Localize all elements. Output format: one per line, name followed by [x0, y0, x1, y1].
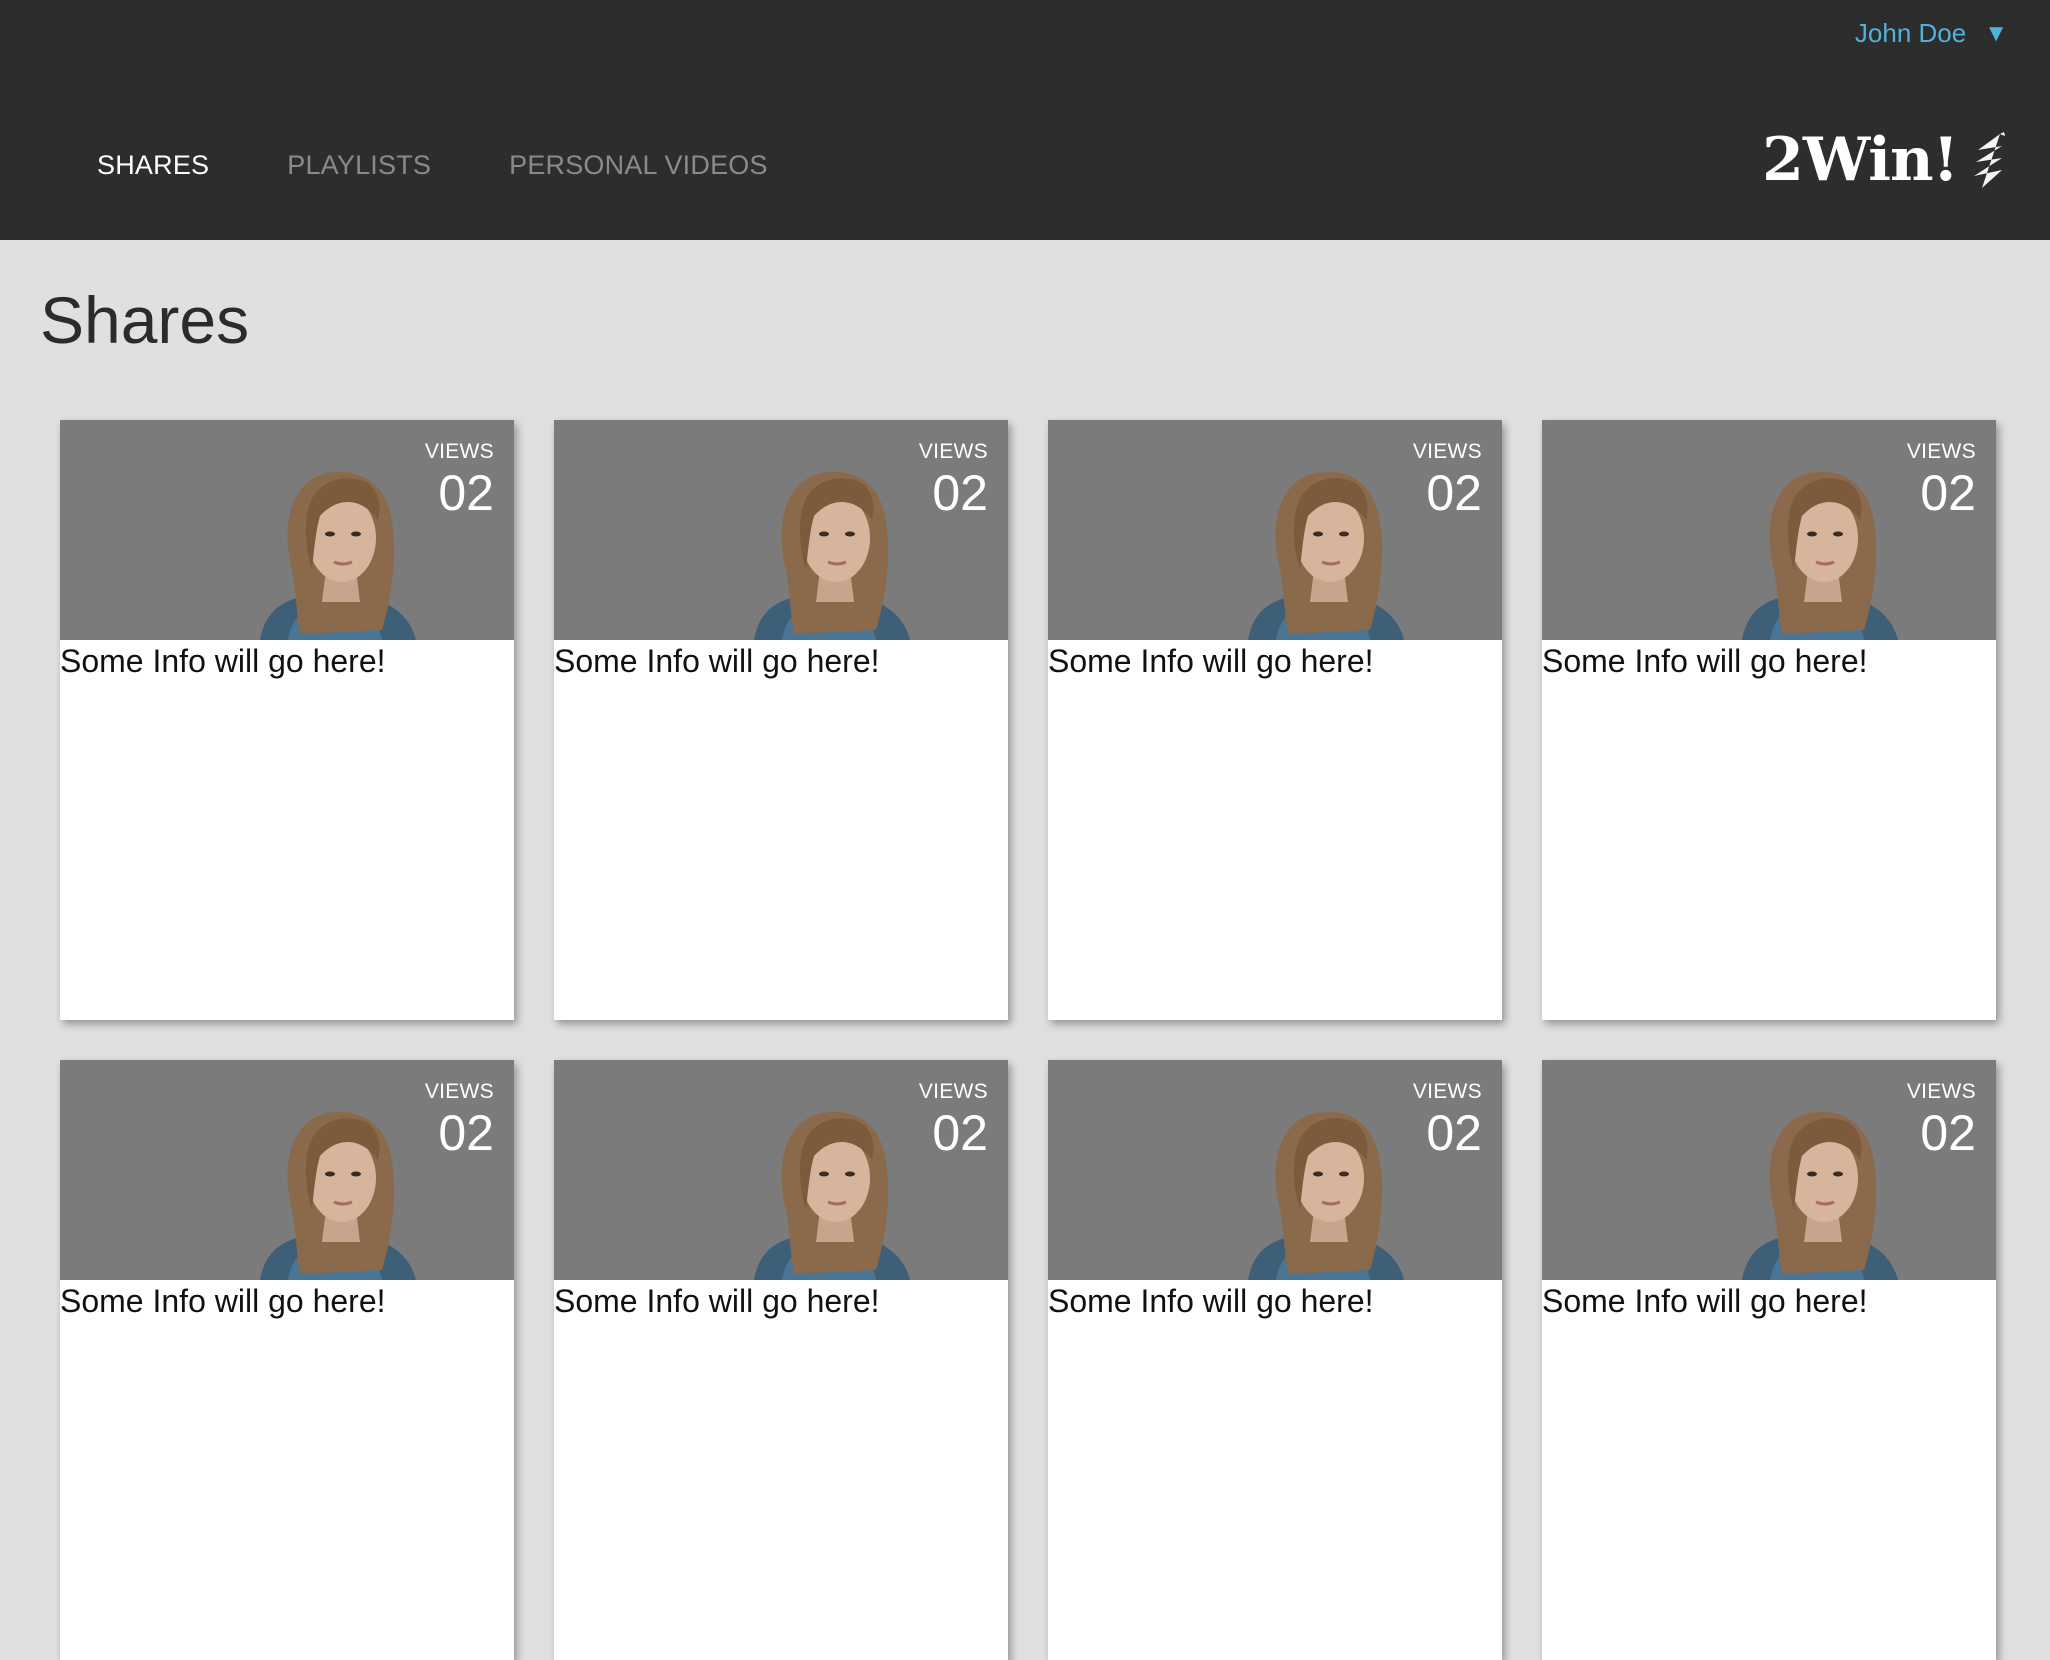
views-count: 02 [932, 465, 988, 521]
views-count: 02 [438, 1105, 494, 1161]
top-bar: John Doe ▼ SHARES PLAYLISTS PERSONAL VID… [0, 0, 2050, 240]
share-card[interactable]: VIEWS 02 Some Info will go here! [1048, 1060, 1502, 1660]
views-label: VIEWS [918, 1080, 988, 1103]
views-label: VIEWS [424, 440, 494, 463]
video-thumbnail[interactable]: VIEWS 02 [60, 1060, 514, 1280]
views-count: 02 [438, 465, 494, 521]
views-count: 02 [1920, 1105, 1976, 1161]
video-thumbnail[interactable]: VIEWS 02 [1048, 1060, 1502, 1280]
share-card[interactable]: VIEWS 02 Some Info will go here! [1048, 420, 1502, 1020]
card-info: Some Info will go here! [1542, 1283, 1868, 1319]
card-info: Some Info will go here! [1048, 643, 1374, 679]
views-counter: VIEWS 02 [919, 440, 988, 518]
tab-personal-videos[interactable]: PERSONAL VIDEOS [509, 150, 768, 181]
card-info: Some Info will go here! [1048, 1283, 1374, 1319]
views-count: 02 [932, 1105, 988, 1161]
share-card[interactable]: VIEWS 02 Some Info will go here! [554, 420, 1008, 1020]
views-counter: VIEWS 02 [1413, 440, 1482, 518]
views-counter: VIEWS 02 [425, 440, 494, 518]
views-count: 02 [1426, 1105, 1482, 1161]
video-thumbnail[interactable]: VIEWS 02 [1048, 420, 1502, 640]
views-counter: VIEWS 02 [425, 1080, 494, 1158]
card-info: Some Info will go here! [60, 1283, 386, 1319]
video-thumbnail[interactable]: VIEWS 02 [60, 420, 514, 640]
views-label: VIEWS [1906, 1080, 1976, 1103]
views-label: VIEWS [1906, 440, 1976, 463]
tab-shares[interactable]: SHARES [97, 150, 209, 181]
caret-down-icon[interactable]: ▼ [1984, 21, 2008, 46]
video-thumbnail[interactable]: VIEWS 02 [554, 1060, 1008, 1280]
share-card[interactable]: VIEWS 02 Some Info will go here! [60, 1060, 514, 1660]
share-card[interactable]: VIEWS 02 Some Info will go here! [60, 420, 514, 1020]
main-nav: SHARES PLAYLISTS PERSONAL VIDEOS [97, 150, 768, 181]
views-counter: VIEWS 02 [1907, 440, 1976, 518]
views-label: VIEWS [424, 1080, 494, 1103]
views-count: 02 [1920, 465, 1976, 521]
views-counter: VIEWS 02 [1907, 1080, 1976, 1158]
user-name[interactable]: John Doe [1855, 18, 1966, 49]
shares-grid: VIEWS 02 Some Info will go here! VIEWS 0… [60, 420, 1996, 1660]
share-card[interactable]: VIEWS 02 Some Info will go here! [1542, 420, 1996, 1020]
video-thumbnail[interactable]: VIEWS 02 [1542, 420, 1996, 640]
share-card[interactable]: VIEWS 02 Some Info will go here! [1542, 1060, 1996, 1660]
card-info: Some Info will go here! [1542, 643, 1868, 679]
flag-icon [1974, 132, 2005, 188]
user-menu[interactable]: John Doe ▼ [1855, 18, 2008, 49]
views-count: 02 [1426, 465, 1482, 521]
views-counter: VIEWS 02 [1413, 1080, 1482, 1158]
views-label: VIEWS [1412, 440, 1482, 463]
video-thumbnail[interactable]: VIEWS 02 [554, 420, 1008, 640]
views-label: VIEWS [918, 440, 988, 463]
views-counter: VIEWS 02 [919, 1080, 988, 1158]
brand-logo: 2Win! [1762, 130, 2010, 190]
card-info: Some Info will go here! [554, 1283, 880, 1319]
logo-text: 2Win! [1762, 125, 1959, 195]
card-info: Some Info will go here! [554, 643, 880, 679]
share-card[interactable]: VIEWS 02 Some Info will go here! [554, 1060, 1008, 1660]
video-thumbnail[interactable]: VIEWS 02 [1542, 1060, 1996, 1280]
card-info: Some Info will go here! [60, 643, 386, 679]
tab-playlists[interactable]: PLAYLISTS [287, 150, 431, 181]
views-label: VIEWS [1412, 1080, 1482, 1103]
page-title: Shares [40, 283, 250, 357]
